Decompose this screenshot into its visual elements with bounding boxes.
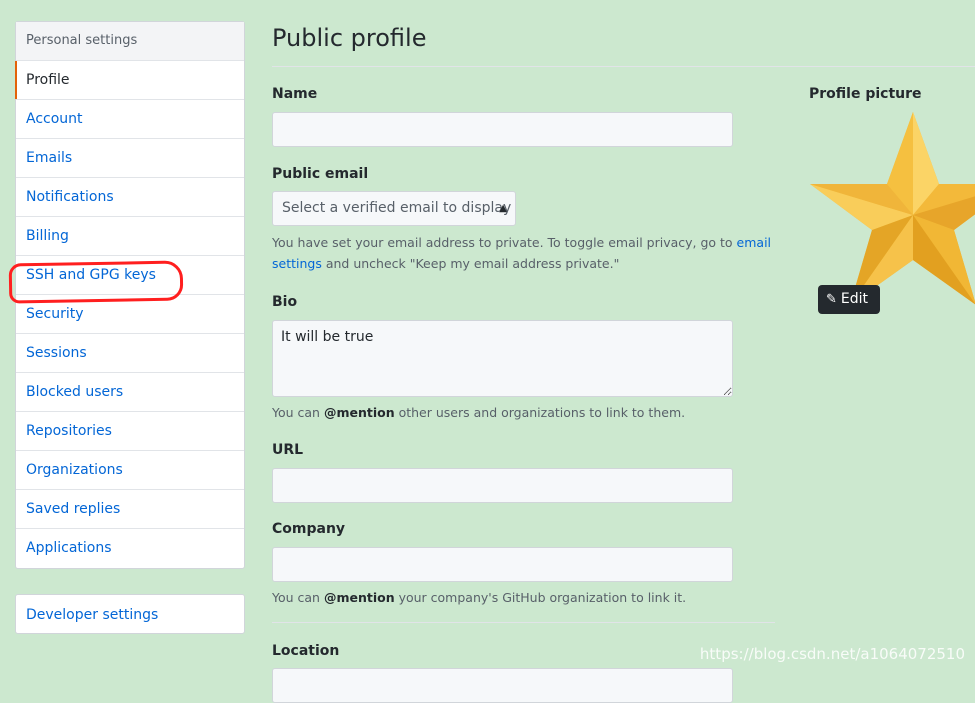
developer-settings-box: Developer settings xyxy=(15,594,245,634)
red-highlight-annotation xyxy=(8,260,184,304)
name-label: Name xyxy=(272,86,318,102)
sidebar-heading: Personal settings xyxy=(16,22,244,61)
sidebar-item-blocked-users[interactable]: Blocked users xyxy=(16,373,244,412)
company-note: You can @mention your company's GitHub o… xyxy=(272,587,772,608)
pencil-icon: ✎ xyxy=(826,292,837,307)
title-divider xyxy=(272,66,975,67)
public-email-note-text: You have set your email address to priva… xyxy=(272,235,737,250)
bio-note-text: You can xyxy=(272,405,324,420)
sidebar-item-profile[interactable]: Profile xyxy=(15,61,244,100)
sidebar-item-saved-replies[interactable]: Saved replies xyxy=(16,490,244,529)
section-divider xyxy=(272,622,775,623)
profile-picture-label: Profile picture xyxy=(809,86,922,102)
sidebar-item-repositories[interactable]: Repositories xyxy=(16,412,244,451)
company-note-text-end: your company's GitHub organization to li… xyxy=(394,590,687,605)
public-email-select[interactable]: Select a verified email to display ▲ xyxy=(272,191,516,226)
public-email-note-text-end: and uncheck "Keep my email address priva… xyxy=(321,256,620,271)
company-note-mention: @mention xyxy=(323,590,395,605)
public-email-label: Public email xyxy=(272,166,369,182)
watermark: https://blog.csdn.net/a1064072510 xyxy=(699,645,965,663)
sidebar-item-organizations[interactable]: Organizations xyxy=(16,451,244,490)
sidebar-item-emails[interactable]: Emails xyxy=(16,139,244,178)
select-updown-icon: ▲ xyxy=(499,203,507,214)
location-label: Location xyxy=(272,643,340,659)
edit-profile-picture-button[interactable]: ✎ Edit xyxy=(818,285,880,314)
sidebar-item-developer-settings[interactable]: Developer settings xyxy=(16,595,244,633)
company-field[interactable] xyxy=(272,547,733,582)
sidebar-item-account[interactable]: Account xyxy=(16,100,244,139)
sidebar-item-sessions[interactable]: Sessions xyxy=(16,334,244,373)
location-field[interactable] xyxy=(272,668,733,703)
edit-button-label: Edit xyxy=(840,291,869,307)
public-email-selected-value: Select a verified email to display xyxy=(282,200,512,216)
bio-label: Bio xyxy=(272,294,298,310)
sidebar-item-billing[interactable]: Billing xyxy=(16,217,244,256)
url-field[interactable] xyxy=(272,468,733,503)
bio-note-mention: @mention xyxy=(323,405,395,420)
url-label: URL xyxy=(272,442,304,458)
bio-textarea[interactable]: It will be true xyxy=(272,320,733,397)
company-note-text: You can xyxy=(272,590,324,605)
bio-note: You can @mention other users and organiz… xyxy=(272,402,772,423)
sidebar-item-applications[interactable]: Applications xyxy=(16,529,244,568)
bio-note-text-end: other users and organizations to link to… xyxy=(394,405,686,420)
name-field[interactable] xyxy=(272,112,733,147)
sidebar-item-notifications[interactable]: Notifications xyxy=(16,178,244,217)
company-label: Company xyxy=(272,521,346,537)
public-email-note: You have set your email address to priva… xyxy=(272,232,772,274)
page-title: Public profile xyxy=(272,24,427,52)
